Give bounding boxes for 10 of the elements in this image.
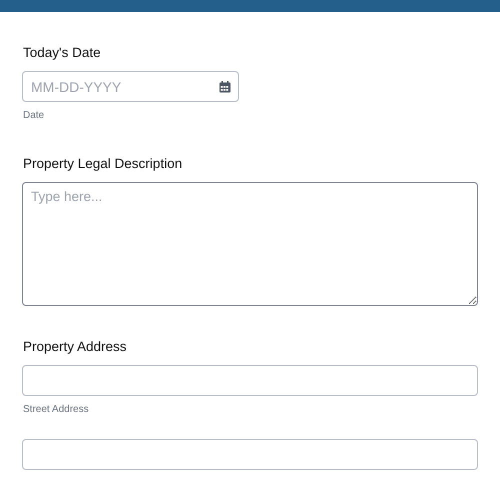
field-label: Property Legal Description (23, 156, 182, 171)
field-hint: Street Address (23, 404, 89, 415)
field-label: Today's Date (23, 45, 101, 60)
description-field[interactable]: Type here... (22, 182, 478, 306)
field-label: Property Address (23, 339, 127, 354)
calendar-icon[interactable] (219, 80, 231, 92)
address-field[interactable] (22, 365, 478, 396)
address-field[interactable] (22, 439, 478, 470)
date-field[interactable]: MM-DD-YYYY (22, 71, 239, 102)
field-hint: Date (23, 110, 44, 121)
